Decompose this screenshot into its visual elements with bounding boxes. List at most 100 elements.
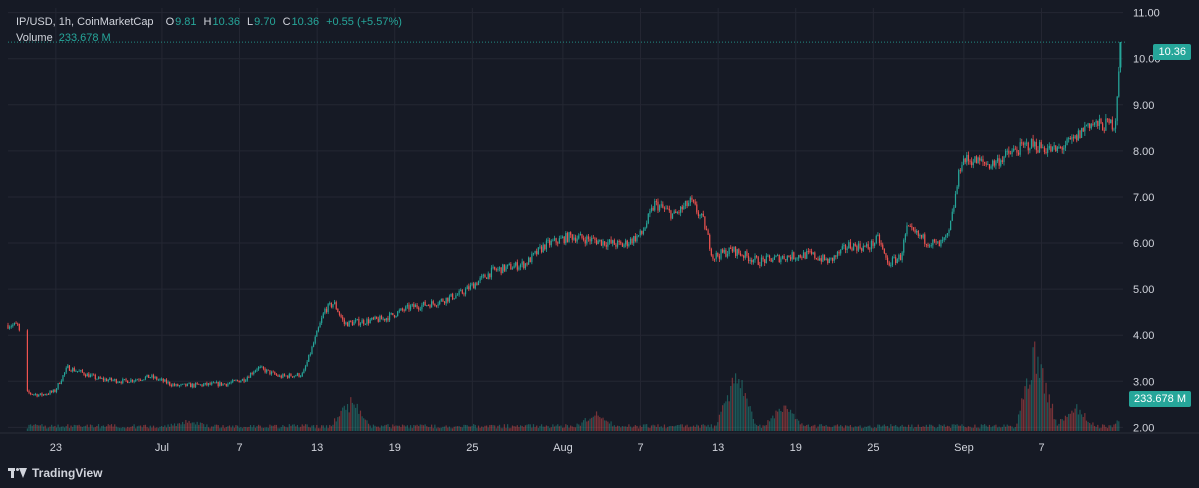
tradingview-footer[interactable]: TradingView [8,466,102,480]
candle-body [597,240,599,245]
candle-body [586,236,588,244]
volume-bar [477,425,480,431]
volume-bar [225,427,227,431]
candle-body [146,374,148,377]
candle-body [917,230,919,236]
candle-body [380,315,383,320]
volume-bar [248,426,250,431]
volume-bar [932,425,934,431]
volume-bar [431,424,433,431]
candle-body [196,383,198,384]
candle-body [41,393,43,396]
price-tick-label: 3.00 [1133,376,1154,388]
volume-bar [1050,408,1052,431]
candle-body [374,316,376,319]
candle-body [139,380,142,381]
candle-body [33,394,35,396]
volume-bar [393,426,396,431]
candle-body [388,313,391,321]
candle-body [505,266,507,271]
volume-bar [81,427,83,431]
candle-body [1090,124,1092,129]
candle-body [453,298,455,300]
volume-bar [589,418,591,431]
volume-bar [1087,421,1089,431]
high-value: 10.36 [212,16,241,28]
volume-bar [458,426,460,431]
candle-body [908,225,910,227]
volume-bar [505,428,507,431]
candle-body [51,391,53,393]
volume-bar [290,425,292,431]
volume-bar [1032,347,1034,431]
volume-bar [743,396,745,431]
candle-body [485,277,488,279]
volume-bar [610,421,612,431]
candle-body [241,378,244,381]
volume-bar [80,426,82,431]
candle-body [1069,138,1071,140]
volume-bar [388,427,391,431]
candle-body [696,204,698,213]
candle-body [490,267,493,278]
candle-body [131,379,134,382]
volume-bar [261,427,263,431]
candle-body [806,251,808,259]
candle-body [511,268,514,270]
volume-label[interactable]: Volume [16,30,53,46]
candle-body [1082,127,1084,132]
volume-bar [351,402,353,431]
volume-bar [995,424,997,431]
volume-bar [1098,428,1100,431]
volume-bar [332,424,334,431]
symbol-label[interactable]: IP/USD, 1h, CoinMarketCap [16,14,154,30]
price-chart[interactable]: 11.0010.009.008.007.006.005.004.003.002.… [0,0,1199,488]
candle-body [610,239,612,244]
volume-bar [270,425,273,431]
volume-bar [857,426,860,431]
candle-body [786,255,788,261]
candle-body [282,374,284,378]
volume-bar [308,427,310,431]
volume-bar [355,407,357,431]
volume-bar [914,426,916,431]
volume-bar [946,425,949,431]
candle-body [15,322,17,324]
volume-bar [295,426,297,431]
volume-bar [371,428,373,431]
candle-body [636,235,638,242]
volume-bar [238,427,240,431]
candle-body [998,158,1000,166]
candle-body [959,170,961,172]
candle-body [961,164,963,171]
candle-body [1114,120,1117,129]
volume-bar [434,424,436,431]
volume-bar [550,427,552,431]
candle-body [599,239,601,241]
candle-body [1064,145,1067,148]
candle-body [534,251,536,254]
volume-bar [539,425,541,431]
volume-bar [524,425,527,431]
volume-bar [390,428,392,431]
volume-bar [162,427,164,431]
volume-bar [529,424,531,431]
candle-body [717,253,719,257]
volume-bar [1068,413,1070,431]
candle-body [657,201,659,211]
volume-bar [193,422,195,431]
volume-bar [502,428,504,431]
candle-body [846,248,848,250]
volume-bar [291,424,294,431]
volume-bar [849,424,851,431]
volume-bar [107,424,109,431]
candle-body [1055,145,1057,152]
volume-bar [319,428,321,431]
candle-body [400,308,402,311]
candle-body [497,268,499,271]
candle-body [99,377,101,379]
volume-bar [277,428,279,431]
candle-body [971,161,973,166]
candle-body [529,257,531,263]
volume-bar [1056,425,1058,431]
